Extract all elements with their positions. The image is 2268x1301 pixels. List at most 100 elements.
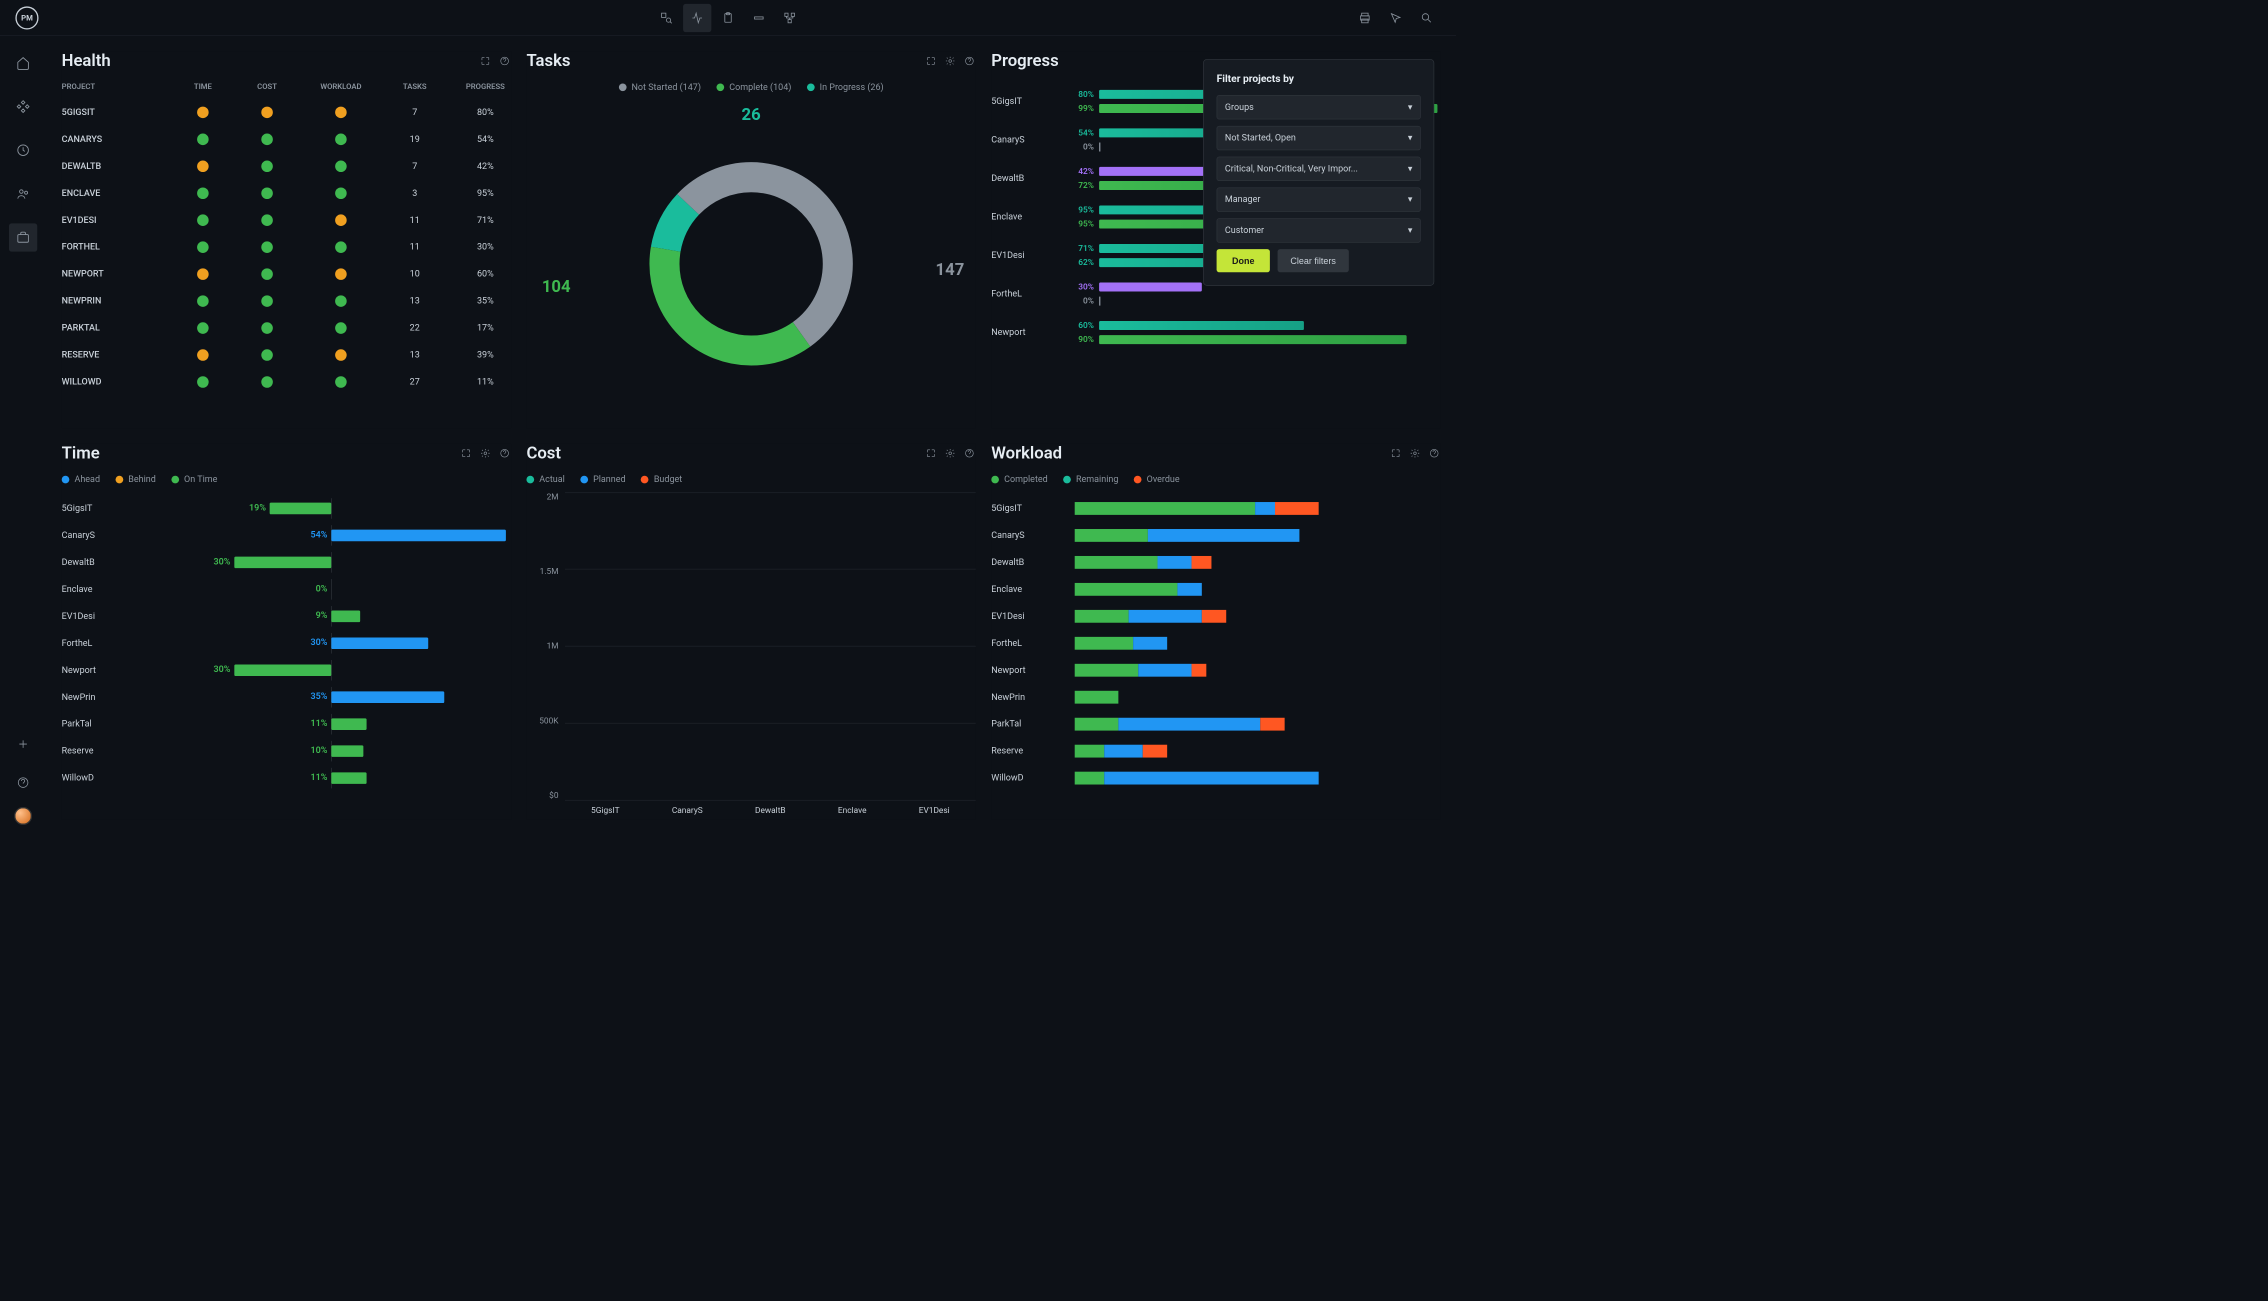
legend-item[interactable]: Overdue <box>1134 474 1180 484</box>
health-row[interactable]: EV1DESI 11 71% <box>62 207 511 234</box>
progress-pct: 30% <box>447 242 511 252</box>
legend-item[interactable]: Behind <box>115 474 155 484</box>
nav-home-icon[interactable] <box>9 49 37 77</box>
workload-row[interactable]: ParkTal <box>991 710 1440 737</box>
workload-row[interactable]: FortheL <box>991 629 1440 656</box>
progress-pct: 71% <box>447 215 511 225</box>
legend-item[interactable]: Remaining <box>1063 474 1118 484</box>
time-row[interactable]: FortheL30% <box>62 629 511 656</box>
time-row[interactable]: Newport30% <box>62 656 511 683</box>
view-activity-icon[interactable] <box>683 4 711 32</box>
done-button[interactable]: Done <box>1217 249 1270 272</box>
time-row[interactable]: Enclave0% <box>62 576 511 603</box>
expand-icon[interactable] <box>924 55 937 68</box>
health-row[interactable]: 5GIGSIT 7 80% <box>62 99 511 126</box>
time-row[interactable]: NewPrin35% <box>62 683 511 710</box>
health-row[interactable]: DEWALTB 7 42% <box>62 153 511 180</box>
cost-title: Cost <box>526 443 561 462</box>
workload-bar <box>1075 502 1319 515</box>
workload-row[interactable]: Newport <box>991 656 1440 683</box>
gear-icon[interactable] <box>944 55 957 68</box>
filter-select[interactable]: Groups▾ <box>1217 95 1421 119</box>
legend-item[interactable]: Not Started (147) <box>619 82 701 92</box>
view-clipboard-icon[interactable] <box>714 4 742 32</box>
time-row[interactable]: CanaryS54% <box>62 522 511 549</box>
nav-help-icon[interactable] <box>9 768 37 796</box>
time-row[interactable]: WillowD11% <box>62 764 511 791</box>
nav-team-icon[interactable] <box>9 180 37 208</box>
workload-row[interactable]: WillowD <box>991 764 1440 791</box>
project-name: RESERVE <box>62 350 171 360</box>
status-dot <box>335 295 347 307</box>
help-icon[interactable] <box>963 55 976 68</box>
clear-filters-button[interactable]: Clear filters <box>1278 249 1349 272</box>
legend-item[interactable]: Actual <box>526 474 564 484</box>
filter-select[interactable]: Customer▾ <box>1217 218 1421 242</box>
view-flow-icon[interactable] <box>776 4 804 32</box>
app-logo[interactable]: PM <box>15 6 38 29</box>
time-row[interactable]: 5GigsIT19% <box>62 495 511 522</box>
workload-row[interactable]: CanaryS <box>991 522 1440 549</box>
expand-icon[interactable] <box>460 447 473 460</box>
nav-add-icon[interactable] <box>9 730 37 758</box>
health-row[interactable]: NEWPORT 10 60% <box>62 261 511 288</box>
gear-icon[interactable] <box>1409 447 1422 460</box>
filter-select[interactable]: Not Started, Open▾ <box>1217 126 1421 150</box>
legend-label: Behind <box>128 474 156 484</box>
legend-item[interactable]: On Time <box>171 474 217 484</box>
nav-portfolio-icon[interactable] <box>9 223 37 251</box>
workload-row[interactable]: EV1Desi <box>991 603 1440 630</box>
legend-item[interactable]: Planned <box>580 474 625 484</box>
cursor-icon[interactable] <box>1382 4 1410 32</box>
workload-row[interactable]: Enclave <box>991 576 1440 603</box>
help-icon[interactable] <box>498 447 511 460</box>
time-row[interactable]: DewaltB30% <box>62 549 511 576</box>
help-icon[interactable] <box>498 55 511 68</box>
health-row[interactable]: WILLOWD 27 11% <box>62 369 511 396</box>
health-row[interactable]: NEWPRIN 13 35% <box>62 288 511 315</box>
tasks-count: 7 <box>383 107 447 117</box>
expand-icon[interactable] <box>924 447 937 460</box>
search-icon[interactable] <box>1412 4 1440 32</box>
progress-row[interactable]: Newport60%90% <box>991 313 1440 352</box>
status-dot <box>197 187 209 199</box>
nav-time-icon[interactable] <box>9 136 37 164</box>
time-row[interactable]: ParkTal11% <box>62 710 511 737</box>
view-search-icon[interactable] <box>652 4 680 32</box>
filter-popup: Filter projects by Groups▾Not Started, O… <box>1203 59 1434 286</box>
expand-icon[interactable] <box>479 55 492 68</box>
help-icon[interactable] <box>963 447 976 460</box>
health-row[interactable]: PARKTAL 22 17% <box>62 315 511 342</box>
legend-label: On Time <box>184 474 217 484</box>
workload-row[interactable]: 5GigsIT <box>991 495 1440 522</box>
workload-row[interactable]: Reserve <box>991 737 1440 764</box>
progress-value: 30% <box>1062 282 1094 292</box>
health-row[interactable]: FORTHEL 11 30% <box>62 234 511 261</box>
gear-icon[interactable] <box>944 447 957 460</box>
time-row[interactable]: EV1Desi9% <box>62 603 511 630</box>
user-avatar[interactable] <box>14 807 32 825</box>
print-icon[interactable] <box>1351 4 1379 32</box>
view-minus-icon[interactable] <box>745 4 773 32</box>
gear-icon[interactable] <box>479 447 492 460</box>
legend-item[interactable]: Complete (104) <box>716 82 791 92</box>
time-row[interactable]: Reserve10% <box>62 737 511 764</box>
nav-tasks-icon[interactable] <box>9 92 37 120</box>
workload-row[interactable]: DewaltB <box>991 549 1440 576</box>
health-row[interactable]: ENCLAVE 3 95% <box>62 180 511 207</box>
progress-pct: 42% <box>447 161 511 171</box>
progress-value: 80% <box>1062 90 1094 100</box>
legend-item[interactable]: Budget <box>641 474 682 484</box>
tasks-count: 11 <box>383 242 447 252</box>
health-row[interactable]: CANARYS 19 54% <box>62 126 511 153</box>
legend-item[interactable]: Completed <box>991 474 1047 484</box>
health-row[interactable]: RESERVE 13 39% <box>62 342 511 369</box>
legend-item[interactable]: In Progress (26) <box>807 82 884 92</box>
filter-select[interactable]: Manager▾ <box>1217 187 1421 211</box>
legend-item[interactable]: Ahead <box>62 474 100 484</box>
help-icon[interactable] <box>1428 447 1441 460</box>
workload-row[interactable]: NewPrin <box>991 683 1440 710</box>
filter-select[interactable]: Critical, Non-Critical, Very Impor...▾ <box>1217 157 1421 181</box>
progress-value: 90% <box>1062 335 1094 345</box>
expand-icon[interactable] <box>1389 447 1402 460</box>
